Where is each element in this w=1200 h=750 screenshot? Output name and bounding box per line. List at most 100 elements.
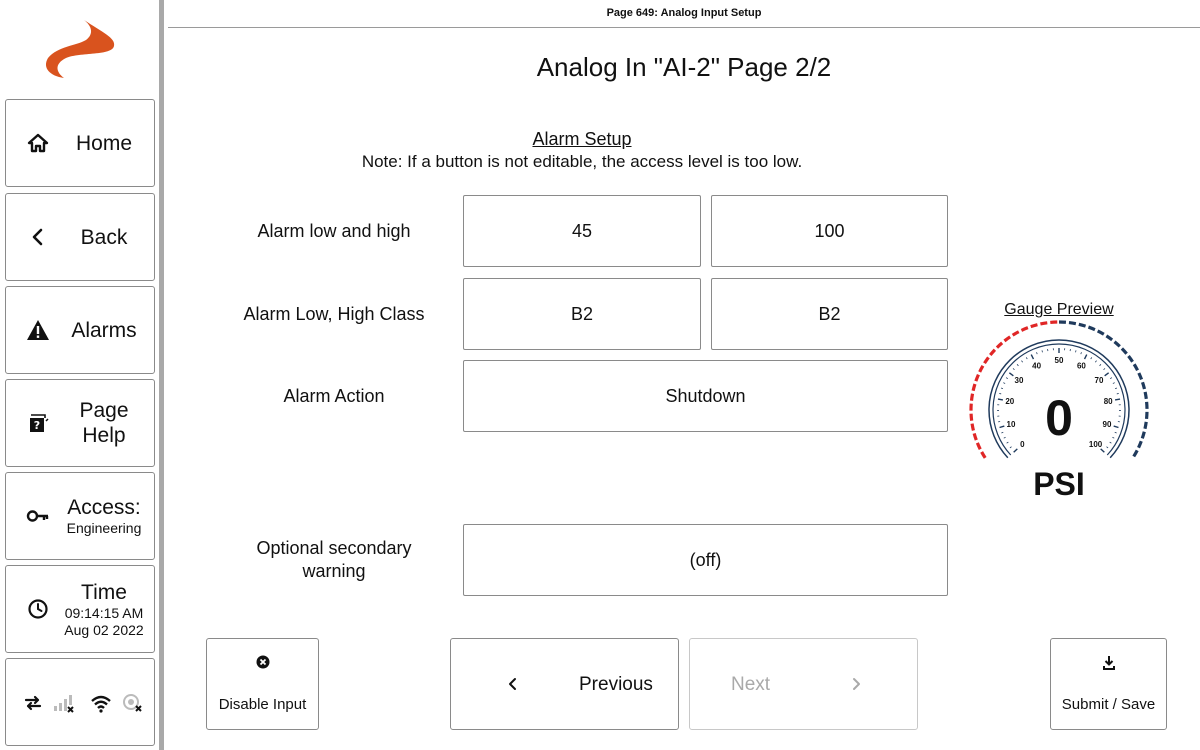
alarm-action-button[interactable]: Shutdown bbox=[463, 360, 948, 432]
download-icon bbox=[1051, 655, 1166, 671]
time-label: Time bbox=[81, 580, 127, 604]
cell-signal-off-icon bbox=[53, 693, 75, 718]
transfer-icon bbox=[23, 693, 43, 718]
help-book-icon: ? bbox=[26, 411, 50, 435]
home-label: Home bbox=[75, 131, 133, 155]
secondary-warning-label: Optional secondary warning bbox=[206, 537, 462, 583]
alarm-high-class-button[interactable]: B2 bbox=[711, 278, 948, 350]
page-title: Analog In "AI-2" Page 2/2 bbox=[536, 52, 832, 82]
page-help-label-1: Page bbox=[79, 399, 129, 422]
gauge-tick bbox=[1080, 352, 1082, 355]
gauge-tick bbox=[1112, 382, 1115, 384]
access-button[interactable]: Access: Engineering bbox=[5, 472, 155, 560]
gauge-tick bbox=[1113, 425, 1119, 429]
gauge-tick-label: 30 bbox=[1015, 376, 1024, 385]
alarm-high-button[interactable]: 100 bbox=[711, 195, 948, 267]
gauge-unit: PSI bbox=[1033, 466, 1085, 502]
previous-label: Previous bbox=[579, 674, 653, 695]
gauge-tick-label: 20 bbox=[1005, 397, 1014, 406]
gauge-tick bbox=[1003, 436, 1006, 439]
gauge-title: Gauge Preview bbox=[1004, 301, 1114, 318]
alarm-low-button[interactable]: 45 bbox=[463, 195, 701, 267]
previous-button[interactable]: Previous bbox=[450, 638, 679, 730]
gauge-tick bbox=[1106, 446, 1109, 449]
gauge-tick bbox=[1116, 393, 1119, 395]
secondary-warning-button[interactable]: (off) bbox=[463, 524, 948, 596]
gauge-tick bbox=[1100, 448, 1105, 453]
gauge-tick bbox=[1005, 377, 1009, 380]
sidebar-divider bbox=[159, 0, 164, 750]
access-level: Engineering bbox=[66, 520, 142, 536]
gauge-tick bbox=[1003, 382, 1006, 384]
status-bar[interactable] bbox=[5, 658, 155, 746]
clock-icon bbox=[26, 597, 50, 621]
gauge-tick bbox=[1104, 372, 1110, 377]
gauge-tick bbox=[1001, 431, 1004, 434]
gauge-value: 0 bbox=[1045, 390, 1073, 446]
page-help-label-2: Help bbox=[82, 424, 126, 447]
home-button[interactable]: Home bbox=[5, 99, 155, 187]
back-button[interactable]: Back bbox=[5, 193, 155, 281]
gauge-tick bbox=[1114, 387, 1118, 390]
chevron-left-icon bbox=[26, 225, 50, 249]
gauge-tick bbox=[999, 425, 1005, 429]
gauge-tick-label: 60 bbox=[1077, 361, 1086, 370]
secondary-warning-label-1: Optional secondary bbox=[256, 538, 412, 558]
next-button[interactable]: Next bbox=[689, 638, 918, 730]
gauge-tick bbox=[1036, 352, 1038, 355]
page-id: Page 649: Analog Input Setup bbox=[606, 7, 762, 19]
alarm-action-label: Alarm Action bbox=[283, 386, 385, 406]
submit-save-button[interactable]: Submit / Save bbox=[1050, 638, 1167, 730]
chevron-right-icon bbox=[850, 676, 862, 697]
close-circle-icon bbox=[207, 655, 318, 669]
gauge-tick bbox=[1099, 364, 1102, 367]
time-button[interactable]: Time 09:14:15 AM Aug 02 2022 bbox=[5, 565, 155, 653]
gps-off-icon bbox=[122, 693, 144, 718]
gauge-tick bbox=[1012, 368, 1015, 371]
page-help-button[interactable]: ? Page Help bbox=[5, 379, 155, 467]
back-label: Back bbox=[80, 225, 128, 249]
chevron-left-icon bbox=[507, 676, 519, 697]
gauge-tick bbox=[1025, 357, 1028, 360]
home-icon bbox=[26, 131, 50, 155]
gauge-tick-label: 0 bbox=[1020, 440, 1025, 449]
wifi-icon bbox=[90, 693, 112, 718]
gauge-tick-label: 40 bbox=[1032, 361, 1041, 370]
time-date: Aug 02 2022 bbox=[64, 621, 144, 638]
disable-input-button[interactable]: Disable Input bbox=[206, 638, 319, 730]
gauge-tick bbox=[1013, 448, 1018, 453]
gauge-tick bbox=[1009, 446, 1012, 449]
gauge-tick bbox=[1090, 357, 1093, 360]
gauge-tick-label: 90 bbox=[1103, 420, 1112, 429]
access-note: Note: If a button is not editable, the a… bbox=[361, 152, 803, 171]
gauge-tick bbox=[1008, 372, 1014, 377]
gauge-tick bbox=[1114, 398, 1121, 401]
access-label: Access: bbox=[67, 496, 141, 519]
gauge-tick bbox=[1000, 387, 1004, 390]
submit-save-label: Submit / Save bbox=[1061, 696, 1156, 713]
next-label: Next bbox=[731, 674, 771, 695]
gauge-preview: 0 10 20 30 40 50 60 70 80 90 100 0 PSI bbox=[969, 320, 1149, 502]
secondary-warning-label-2: warning bbox=[302, 561, 366, 581]
header-divider bbox=[168, 27, 1200, 28]
gauge-tick bbox=[1083, 354, 1088, 360]
gauge-tick bbox=[1041, 350, 1043, 353]
gauge-tick bbox=[1030, 354, 1035, 360]
gauge-tick bbox=[999, 393, 1002, 395]
gauge-tick-label: 100 bbox=[1089, 440, 1103, 449]
svg-text:?: ? bbox=[34, 419, 40, 432]
gauge-tick-label: 10 bbox=[1007, 420, 1016, 429]
gauge-tick bbox=[1094, 360, 1097, 363]
section-heading: Alarm Setup bbox=[532, 129, 632, 149]
gauge-tick bbox=[1021, 360, 1024, 363]
alarms-label: Alarms bbox=[71, 318, 137, 342]
alarms-button[interactable]: Alarms bbox=[5, 286, 155, 374]
gauge-tick bbox=[1103, 368, 1106, 371]
gauge-tick bbox=[1112, 436, 1115, 439]
disable-input-label: Disable Input bbox=[218, 696, 307, 713]
gauge-tick bbox=[1016, 364, 1019, 367]
warning-icon bbox=[26, 318, 50, 342]
alarm-low-class-button[interactable]: B2 bbox=[463, 278, 701, 350]
alarm-low-high-label: Alarm low and high bbox=[257, 221, 411, 241]
time-clock: 09:14:15 AM bbox=[64, 604, 144, 621]
